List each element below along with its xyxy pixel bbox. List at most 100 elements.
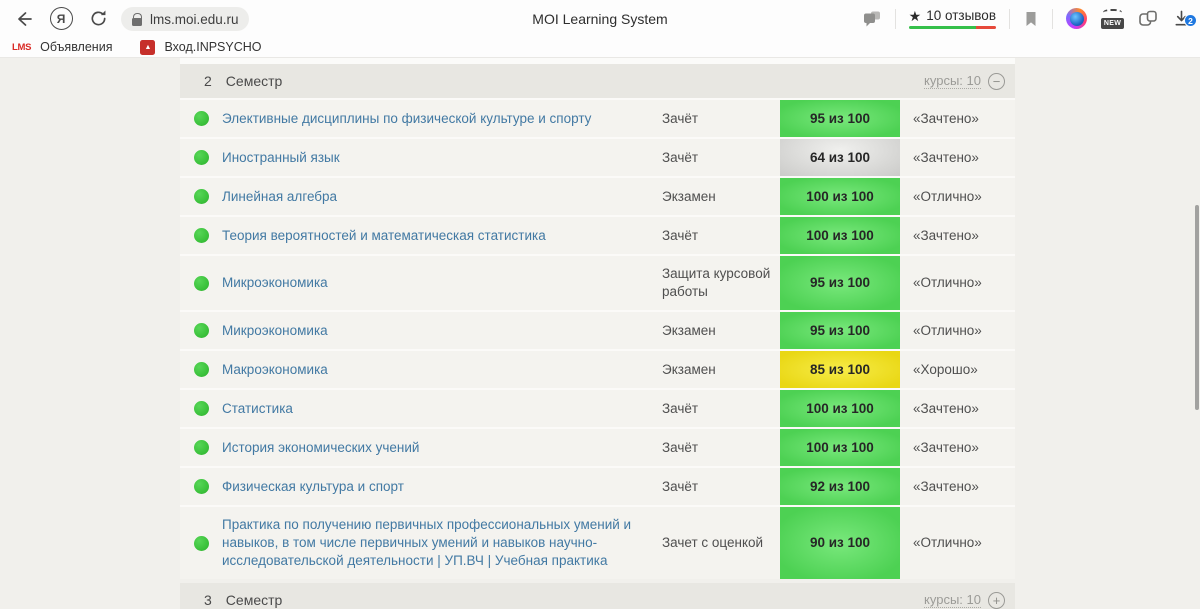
status-cell [180,536,222,551]
grade-text: «Отлично» [900,274,1015,292]
status-cell [180,276,222,291]
toolbar-separator [895,9,896,29]
status-cell [180,150,222,165]
semester-number: 2 [204,73,212,89]
status-cell [180,440,222,455]
grades-panel: 2 Семестр курсы: 10 − Элективные дисципл… [180,58,1015,609]
status-dot-icon [194,479,209,494]
course-row: Линейная алгебра Экзамен 100 из 100 «Отл… [180,176,1015,215]
assessment-type: Зачёт [662,391,780,427]
assessment-type: Защита курсовой работы [662,256,780,310]
status-cell [180,111,222,126]
status-dot-icon [194,150,209,165]
grade-text: «Отлично» [900,188,1015,206]
bookmark-item-inpsycho[interactable]: ▲ Вход.INPSYCHO [140,40,261,55]
score-text: 95 из 100 [810,274,870,292]
course-link[interactable]: Иностранный язык [222,140,662,176]
course-link[interactable]: Микроэкономика [222,313,662,349]
toolbar-separator [1052,9,1053,29]
grade-text: «Зачтено» [900,400,1015,418]
protect-button[interactable] [862,10,882,28]
grade-text: «Зачтено» [900,110,1015,128]
status-cell [180,228,222,243]
assessment-type: Зачёт [662,140,780,176]
assessment-type: Экзамен [662,352,780,388]
downloads-count-badge: 2 [1184,14,1197,27]
course-row: Физическая культура и спорт Зачёт 92 из … [180,466,1015,505]
course-link[interactable]: История экономических учений [222,430,662,466]
course-row: Элективные дисциплины по физической куль… [180,98,1015,137]
status-cell [180,323,222,338]
score-badge: 100 из 100 [780,429,900,466]
grade-text: «Зачтено» [900,439,1015,457]
status-cell [180,189,222,204]
course-row: Микроэкономика Экзамен 95 из 100 «Отличн… [180,310,1015,349]
courses-counter-link[interactable]: курсы: 10 [924,592,981,608]
assessment-type: Зачёт [662,101,780,137]
grade-text: «Зачтено» [900,478,1015,496]
lms-favicon: LMS [12,42,31,53]
course-row: Макроэкономика Экзамен 85 из 100 «Хорошо… [180,349,1015,388]
course-link[interactable]: Микроэкономика [222,265,662,301]
course-link[interactable]: Макроэкономика [222,352,662,388]
score-text: 85 из 100 [810,361,870,379]
bookmark-label: Вход.INPSYCHO [164,40,261,54]
refresh-button[interactable] [84,0,112,37]
lock-icon[interactable] [132,18,142,26]
site-rating-button[interactable]: ★ 10 отзывов [909,8,996,29]
collapse-semester-button[interactable]: − [988,73,1005,90]
bookmark-item-lms[interactable]: LMS Объявления [12,40,112,54]
reviews-count-label: 10 отзывов [926,8,996,23]
status-dot-icon [194,111,209,126]
yandex-button[interactable]: Я [46,0,76,37]
toolbar-right-cluster: ★ 10 отзывов NEW [862,0,1200,37]
course-link[interactable]: Теория вероятностей и математическая ста… [222,218,662,254]
course-link[interactable]: Практика по получению первичных професси… [222,507,662,579]
status-dot-icon [194,401,209,416]
course-row: Микроэкономика Защита курсовой работы 95… [180,254,1015,310]
score-text: 95 из 100 [810,110,870,128]
screenshot-new-button[interactable]: NEW [1100,9,1125,29]
score-badge: 64 из 100 [780,139,900,176]
course-row: Теория вероятностей и математическая ста… [180,215,1015,254]
score-text: 64 из 100 [810,149,870,167]
yandex-icon: Я [50,7,73,30]
address-bar[interactable]: lms.moi.edu.ru [121,7,249,31]
grade-text: «Хорошо» [900,361,1015,379]
url-text: lms.moi.edu.ru [150,12,239,27]
status-cell [180,401,222,416]
score-badge: 95 из 100 [780,256,900,310]
score-badge: 95 из 100 [780,100,900,137]
score-badge: 95 из 100 [780,312,900,349]
course-table-body: Элективные дисциплины по физической куль… [180,98,1015,579]
back-arrow-icon [14,9,34,29]
refresh-icon [89,9,108,28]
course-link[interactable]: Линейная алгебра [222,179,662,215]
score-text: 100 из 100 [806,227,874,245]
status-cell [180,362,222,377]
course-link[interactable]: Физическая культура и спорт [222,469,662,505]
score-badge: 100 из 100 [780,217,900,254]
score-text: 100 из 100 [806,400,874,418]
back-button[interactable] [10,0,38,37]
extension-button[interactable] [1066,8,1087,29]
star-icon: ★ [909,9,922,23]
page-scrollbar[interactable] [1195,205,1199,410]
expand-semester-button[interactable]: + [988,592,1005,609]
semester-label: Семестр [226,73,283,89]
semester-number: 3 [204,592,212,608]
score-badge: 90 из 100 [780,507,900,579]
yandex-letter: Я [57,12,66,26]
score-badge: 92 из 100 [780,468,900,505]
downloads-button[interactable]: 2 [1172,9,1191,28]
course-row: Статистика Зачёт 100 из 100 «Зачтено» [180,388,1015,427]
collections-button[interactable] [1138,9,1159,28]
plus-icon: + [993,594,1001,607]
bookmark-button[interactable] [1023,10,1039,28]
course-link[interactable]: Элективные дисциплины по физической куль… [222,101,662,137]
course-link[interactable]: Статистика [222,391,662,427]
courses-counter-link[interactable]: курсы: 10 [924,73,981,89]
assessment-type: Экзамен [662,313,780,349]
score-text: 90 из 100 [810,534,870,552]
collections-icon [1138,9,1159,28]
